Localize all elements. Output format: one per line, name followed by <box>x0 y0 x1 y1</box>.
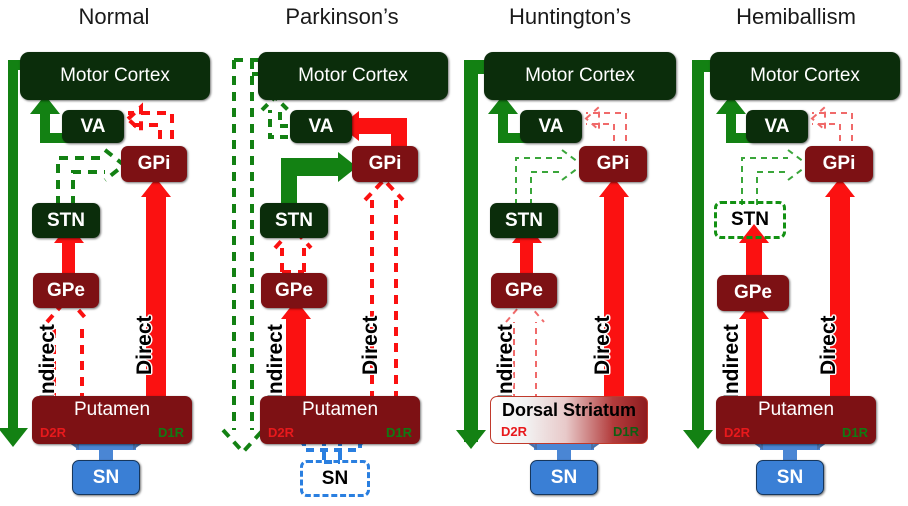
node-striatum-label: Putamen <box>757 399 835 420</box>
receptor-d2r: D2R <box>268 425 295 440</box>
node-motor-cortex[interactable]: Motor Cortex <box>710 52 900 100</box>
pathway-label-direct: Direct <box>591 315 614 375</box>
receptor-d1r: D1R <box>385 425 412 440</box>
node-gpi[interactable]: GPi <box>579 146 647 182</box>
receptor-d1r: D1R <box>157 425 184 440</box>
node-striatum-label: Putamen <box>301 399 379 420</box>
node-motor-cortex[interactable]: Motor Cortex <box>258 52 448 100</box>
panel-normal: Normal Indirect Direct Motor Cortex VA G… <box>0 0 228 506</box>
pathway-label-direct: Direct <box>817 315 840 375</box>
receptor-d2r: D2R <box>501 424 528 439</box>
receptor-d1r: D1R <box>612 424 639 439</box>
node-gpi[interactable]: GPi <box>352 146 418 182</box>
pathway-label-indirect: Indirect <box>720 324 743 400</box>
node-gpi[interactable]: GPi <box>805 146 873 182</box>
node-stn[interactable]: STN <box>490 203 558 238</box>
node-sn[interactable]: SN <box>300 460 370 497</box>
node-striatum[interactable]: Dorsal Striatum D2R D1R <box>490 396 648 444</box>
node-gpe[interactable]: GPe <box>261 273 327 308</box>
node-motor-cortex[interactable]: Motor Cortex <box>20 52 210 100</box>
panel-hemiballism: Hemiballism Indirect Direct Motor Cortex… <box>683 0 908 506</box>
node-va[interactable]: VA <box>62 110 124 143</box>
pathway-label-indirect: Indirect <box>494 324 517 400</box>
node-striatum[interactable]: Putamen D2R D1R <box>260 396 420 444</box>
node-stn[interactable]: STN <box>714 201 786 239</box>
panel-parkinsons: Parkinson’s Indirect Direct Motor Cortex… <box>221 0 456 506</box>
node-gpe[interactable]: GPe <box>491 273 557 308</box>
node-sn[interactable]: SN <box>756 460 824 495</box>
pathway-label-direct: Direct <box>359 315 382 375</box>
receptor-d2r: D2R <box>40 425 67 440</box>
pathway-label-direct: Direct <box>133 315 156 375</box>
node-gpi[interactable]: GPi <box>121 146 187 182</box>
node-va[interactable]: VA <box>290 110 352 143</box>
receptor-d1r: D1R <box>841 425 868 440</box>
node-va[interactable]: VA <box>520 110 582 143</box>
node-stn[interactable]: STN <box>260 203 328 238</box>
node-gpe[interactable]: GPe <box>33 273 99 308</box>
node-stn[interactable]: STN <box>32 203 100 238</box>
pathway-label-indirect: Indirect <box>36 324 59 400</box>
node-striatum-label: Putamen <box>73 399 151 420</box>
receptor-d2r: D2R <box>724 425 751 440</box>
node-gpe[interactable]: GPe <box>717 275 789 311</box>
pathway-label-indirect: Indirect <box>264 324 287 400</box>
node-striatum[interactable]: Putamen D2R D1R <box>32 396 192 444</box>
node-striatum-label: Dorsal Striatum <box>501 400 637 420</box>
node-motor-cortex[interactable]: Motor Cortex <box>484 52 676 100</box>
node-va[interactable]: VA <box>746 110 808 143</box>
node-sn[interactable]: SN <box>72 460 140 495</box>
panel-huntingtons: Huntington’s Indirect Direct Motor Corte… <box>456 0 684 506</box>
figure-canvas: Normal Indirect Direct Motor Cortex VA G… <box>0 0 908 506</box>
node-striatum[interactable]: Putamen D2R D1R <box>716 396 876 444</box>
node-sn[interactable]: SN <box>530 460 598 495</box>
